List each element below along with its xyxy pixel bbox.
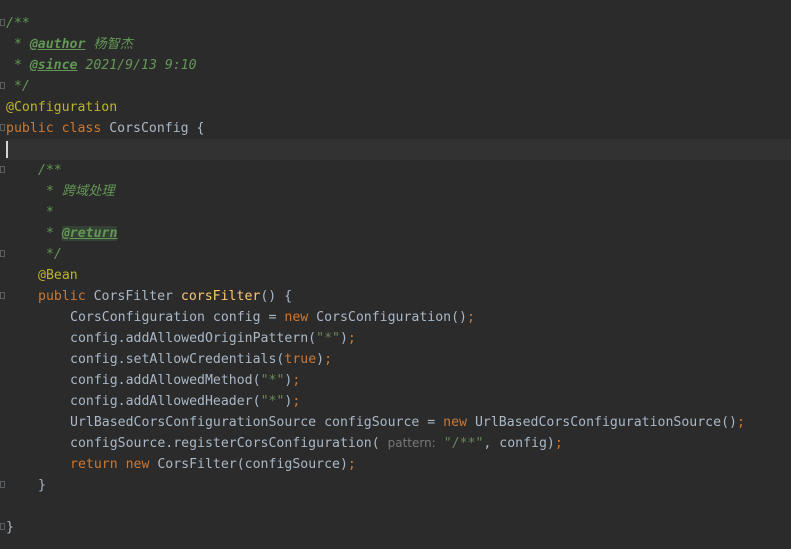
text-caret: [6, 141, 8, 158]
string-literal: "/**": [443, 436, 484, 451]
semicolon: ;: [467, 310, 475, 325]
code-line: return new CorsFilter(configSource);: [70, 454, 356, 475]
keyword: return: [70, 457, 126, 472]
code-text: CorsConfiguration config =: [70, 310, 285, 325]
doc-comment-star: *: [6, 37, 30, 52]
code-line: * 跨域处理: [38, 181, 115, 202]
doc-comment-text: 跨域处理: [61, 184, 115, 199]
code-line: public class CorsConfig {: [6, 118, 205, 139]
code-text: CorsFilter(configSource): [157, 457, 348, 472]
semicolon: ;: [292, 373, 301, 388]
semicolon: ;: [347, 331, 356, 346]
code-text: ): [316, 352, 325, 367]
doc-comment-star: *: [6, 58, 30, 73]
code-line: config.addAllowedMethod("*");: [70, 370, 300, 391]
code-text: config.addAllowedOriginPattern(: [70, 331, 317, 346]
keyword: public class: [6, 121, 110, 136]
keyword: public: [38, 289, 94, 304]
parameter-hint: pattern:: [387, 436, 436, 450]
code-line: config.addAllowedHeader("*");: [70, 391, 300, 412]
code-line: }: [38, 475, 46, 496]
doc-comment-open: /**: [6, 16, 30, 31]
doc-tag-return: @return: [61, 226, 118, 241]
method-name: corsFilter: [180, 289, 261, 304]
code-line: * @author 杨智杰: [6, 34, 133, 55]
code-line: * @since 2021/9/13 9:10: [6, 55, 197, 76]
semicolon: ;: [736, 415, 745, 430]
code-line: public CorsFilter corsFilter() {: [38, 286, 292, 307]
keyword: new: [284, 310, 317, 325]
code-text: ): [339, 331, 348, 346]
semicolon: ;: [347, 457, 356, 472]
closing-brace: }: [6, 520, 14, 535]
doc-comment-close: */: [38, 247, 62, 262]
method-signature-rest: () {: [260, 289, 293, 304]
fold-marker-icon[interactable]: [0, 250, 5, 257]
string-literal: "*": [316, 331, 340, 346]
code-text: config.addAllowedMethod(: [70, 373, 261, 388]
keyword: true: [284, 352, 317, 367]
code-line: config.addAllowedOriginPattern("*");: [70, 328, 356, 349]
code-line: config.setAllowCredentials(true);: [70, 349, 332, 370]
code-text: UrlBasedCorsConfigurationSource(): [474, 415, 737, 430]
code-line: /**: [38, 160, 62, 181]
string-literal: "*": [260, 373, 285, 388]
semicolon: ;: [324, 352, 333, 367]
fold-marker-icon[interactable]: [0, 481, 5, 488]
code-text: UrlBasedCorsConfigurationSource configSo…: [70, 415, 444, 430]
code-line: CorsConfiguration config = new CorsConfi…: [70, 307, 475, 328]
fold-marker-icon[interactable]: [0, 82, 5, 89]
doc-comment-star: *: [38, 205, 54, 220]
fold-marker-icon[interactable]: [0, 166, 5, 173]
keyword: new: [125, 457, 158, 472]
doc-comment-close: */: [6, 79, 30, 94]
doc-tag-since: @since: [29, 58, 78, 73]
code-line: /**: [6, 13, 30, 34]
doc-tag-author: @author: [29, 37, 86, 52]
fold-marker-icon[interactable]: [0, 124, 5, 131]
code-line: UrlBasedCorsConfigurationSource configSo…: [70, 412, 745, 433]
code-text: config.addAllowedHeader(: [70, 394, 261, 409]
doc-comment-star: *: [38, 184, 62, 199]
annotation-configuration: @Configuration: [6, 100, 118, 115]
doc-author-value: 杨智杰: [93, 37, 133, 52]
code-text: configSource.registerCorsConfiguration(: [70, 436, 388, 451]
return-type: CorsFilter: [93, 289, 181, 304]
current-line-highlight: [0, 139, 791, 160]
fold-marker-icon[interactable]: [0, 523, 5, 530]
code-line: *: [38, 202, 54, 223]
doc-since-value: 2021/9/13 9:10: [85, 58, 197, 73]
fold-marker-icon[interactable]: [0, 19, 5, 26]
code-line: }: [6, 517, 14, 538]
semicolon: ;: [292, 394, 301, 409]
code-line: configSource.registerCorsConfiguration( …: [70, 433, 563, 454]
code-line: * @return: [38, 223, 118, 244]
code-text: , config): [483, 436, 555, 451]
keyword: new: [443, 415, 475, 430]
fold-marker-icon[interactable]: [0, 292, 5, 299]
code-text: CorsConfiguration(): [316, 310, 467, 325]
code-line: */: [6, 76, 30, 97]
semicolon: ;: [554, 436, 563, 451]
closing-brace: }: [38, 478, 46, 493]
code-editor[interactable]: /** * @author 杨智杰 * @since 2021/9/13 9:1…: [0, 0, 791, 549]
class-name: CorsConfig {: [109, 121, 205, 136]
code-line: */: [38, 244, 62, 265]
string-literal: "*": [260, 394, 285, 409]
doc-comment-star: *: [38, 226, 62, 241]
annotation-bean: @Bean: [38, 268, 78, 283]
code-line: @Configuration: [6, 97, 117, 118]
code-line: @Bean: [38, 265, 78, 286]
doc-comment-open: /**: [38, 163, 62, 178]
code-text: config.setAllowCredentials(: [70, 352, 285, 367]
